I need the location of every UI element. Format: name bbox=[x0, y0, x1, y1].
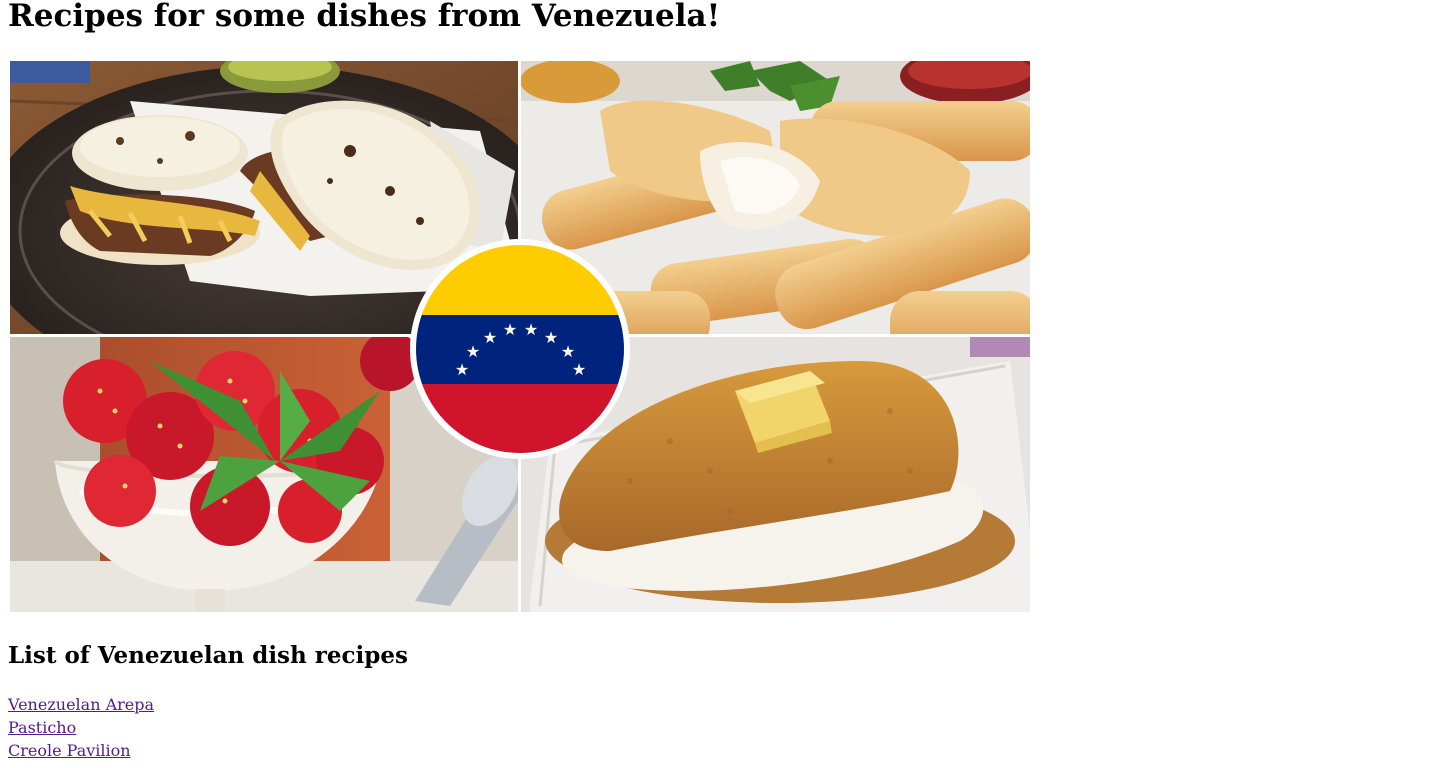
recipe-list: Venezuelan Arepa Pasticho Creole Pavilio… bbox=[8, 693, 154, 762]
recipe-link-venezuelan-arepa[interactable]: Venezuelan Arepa bbox=[8, 695, 154, 714]
recipe-link-pasticho[interactable]: Pasticho bbox=[8, 718, 76, 737]
page: Recipes for some dishes from Venezuela! bbox=[0, 0, 1438, 768]
svg-text:★: ★ bbox=[466, 342, 480, 361]
list-item: Pasticho bbox=[8, 716, 154, 739]
venezuelan-dishes-collage: ★ ★ ★ ★ ★ ★ ★ ★ bbox=[10, 61, 1030, 612]
svg-text:★: ★ bbox=[455, 360, 469, 379]
svg-text:★: ★ bbox=[503, 320, 517, 339]
page-title: Recipes for some dishes from Venezuela! bbox=[8, 0, 721, 34]
list-item: Venezuelan Arepa bbox=[8, 693, 154, 716]
recipe-link-creole-pavilion[interactable]: Creole Pavilion bbox=[8, 741, 131, 760]
svg-text:★: ★ bbox=[544, 328, 558, 347]
recipe-list-heading: List of Venezuelan dish recipes bbox=[8, 642, 408, 669]
svg-text:★: ★ bbox=[572, 360, 586, 379]
svg-text:★: ★ bbox=[483, 328, 497, 347]
venezuela-flag-icon: ★ ★ ★ ★ ★ ★ ★ ★ bbox=[410, 239, 630, 459]
svg-text:★: ★ bbox=[561, 342, 575, 361]
svg-text:★: ★ bbox=[524, 320, 538, 339]
list-item: Creole Pavilion bbox=[8, 739, 154, 762]
